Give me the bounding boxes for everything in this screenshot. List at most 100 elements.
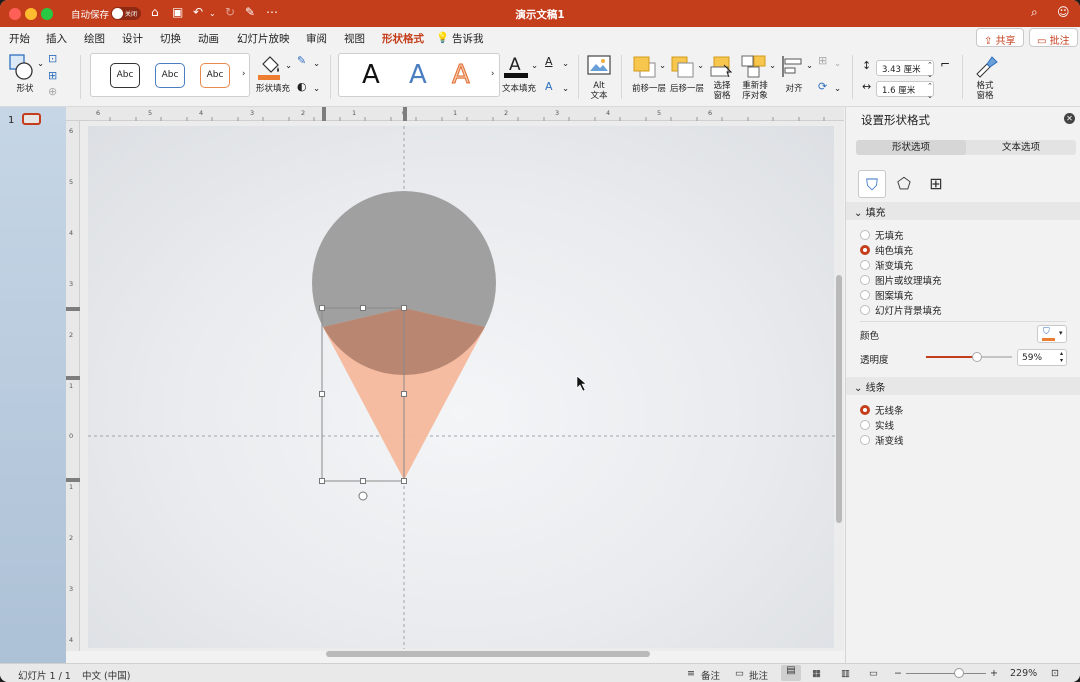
wordart-style-orange[interactable]: A [452,60,471,91]
text-fill-dropdown-icon[interactable]: ⌄ [531,61,538,71]
effects-dropdown-icon[interactable]: ⌄ [313,84,320,94]
comments-button[interactable]: ▭ 批注 [1029,28,1078,47]
reading-view-icon[interactable]: ▥ [841,668,850,679]
group-dropdown-icon[interactable]: ⌄ [834,59,841,69]
fill-section-header[interactable]: ⌄ 填充 [846,202,1080,220]
rotate-icon[interactable]: ⟳ [818,81,827,92]
tab-review[interactable]: 审阅 [306,31,327,46]
zoom-out-icon[interactable]: − [894,668,902,679]
shape-style-1[interactable]: Abc [110,63,140,88]
tab-design[interactable]: 设计 [122,31,143,46]
tab-insert[interactable]: 插入 [46,31,67,46]
people-icon[interactable]: ☺ [1057,5,1070,19]
language-indicator[interactable]: 中文 (中国) [82,668,130,682]
height-stepper[interactable]: ⌃ ⌄ [927,60,933,80]
align-dropdown-icon[interactable]: ⌄ [806,61,813,71]
tab-animations[interactable]: 动画 [198,31,219,46]
tab-slideshow[interactable]: 幻灯片放映 [237,31,290,46]
radio-no-line[interactable]: 无线条 [860,403,904,417]
width-stepper[interactable]: ⌃ ⌄ [927,81,933,101]
text-fill-label[interactable]: 文本填充 [501,84,537,94]
effects-pentagon-icon[interactable]: ⬠ [890,170,918,198]
radio-solid-fill[interactable]: 纯色填充 [860,243,913,257]
slide-sorter-icon[interactable]: ▦ [812,668,821,679]
notes-button[interactable]: 备注 [701,668,720,682]
wordart-more-icon[interactable]: › [491,69,494,79]
fill-color-picker[interactable]: ⛉ ▾ [1037,325,1067,343]
fill-line-icon[interactable]: ⛉ [858,170,886,198]
height-field[interactable]: 3.43 厘米 [876,60,934,76]
line-section-header[interactable]: ⌄ 线条 [846,377,1080,395]
format-pane-icon[interactable] [973,54,999,80]
tab-shape-options[interactable]: 形状选项 [856,140,966,155]
group-icon[interactable]: ⊞ [818,55,827,66]
slider-thumb[interactable] [971,352,982,362]
tab-draw[interactable]: 绘图 [84,31,105,46]
shapes-dropdown-icon[interactable]: ⌄ [37,59,44,69]
comments-status-button[interactable]: 批注 [749,668,768,682]
shape-outline-icon[interactable]: ✎ [297,55,306,66]
text-effects-icon[interactable]: A [545,81,553,92]
shape-fill-label[interactable]: 形状填充 [253,84,293,94]
zoom-slider[interactable] [906,668,986,678]
radio-no-fill[interactable]: 无填充 [860,228,904,242]
wordart-style-black[interactable]: A [362,60,380,90]
shape-style-2[interactable]: Abc [155,63,185,88]
send-backward-dropdown-icon[interactable]: ⌄ [697,61,704,71]
gallery-more-icon[interactable]: › [242,69,245,79]
tab-home[interactable]: 开始 [9,31,30,46]
tab-text-options[interactable]: 文本选项 [966,140,1076,155]
text-outline-icon[interactable]: A [545,56,553,67]
text-fill-icon[interactable]: A [503,55,529,79]
shape-style-3[interactable]: Abc [200,63,230,88]
shape-effects-icon[interactable]: ◐ [297,81,307,92]
rotate-dropdown-icon[interactable]: ⌄ [834,84,841,94]
align-label[interactable]: 对齐 [782,84,806,94]
width-field[interactable]: 1.6 厘米 [876,81,934,97]
text-box-icon[interactable]: ⊞ [48,70,57,81]
text-outline-dropdown-icon[interactable]: ⌄ [562,59,569,69]
selection-pane-icon[interactable] [710,55,734,79]
radio-solid-line[interactable]: 实线 [860,418,894,432]
horizontal-scrollbar[interactable] [326,651,650,657]
transparency-slider[interactable] [926,352,1012,362]
radio-background-fill[interactable]: 幻灯片背景填充 [860,303,942,317]
shapes-icon[interactable] [9,54,35,80]
radio-pattern-fill[interactable]: 图案填充 [860,288,913,302]
zoom-slider-thumb[interactable] [954,668,964,678]
transparency-stepper[interactable]: ▴ ▾ [1060,350,1063,364]
text-effects-dropdown-icon[interactable]: ⌄ [562,84,569,94]
send-backward-label[interactable]: 后移一层 [668,84,706,94]
bring-forward-label[interactable]: 前移一层 [630,84,668,94]
bring-forward-icon[interactable] [632,55,658,79]
reorder-dropdown-icon[interactable]: ⌄ [769,61,776,71]
edit-shape-icon[interactable]: ⊡ [48,53,57,64]
bring-forward-dropdown-icon[interactable]: ⌄ [659,61,666,71]
lock-aspect-icon[interactable]: ⌐ [940,58,950,70]
radio-gradient-fill[interactable]: 渐变填充 [860,258,913,272]
slide-thumbnail[interactable] [22,113,41,125]
close-pane-icon[interactable]: ✕ [1064,113,1075,124]
tab-shape-format[interactable]: 形状格式 [382,31,424,51]
rotate-handle[interactable] [358,491,368,501]
merge-shapes-icon[interactable]: ⊕ [48,86,57,97]
transparency-field[interactable]: 59% ▴ ▾ [1017,349,1067,366]
size-properties-icon[interactable]: ⊞ [922,170,950,198]
send-backward-icon[interactable] [670,55,696,79]
paint-bucket-icon[interactable] [257,54,283,80]
shape-fill-dropdown-icon[interactable]: ⌄ [285,61,292,71]
slideshow-icon[interactable]: ▭ [869,668,878,679]
tell-me[interactable]: 告诉我 [452,31,484,46]
normal-view-icon[interactable]: ▤ [781,665,801,681]
vertical-scrollbar[interactable] [836,275,842,523]
tab-view[interactable]: 视图 [344,31,365,46]
zoom-in-icon[interactable]: + [990,668,998,679]
wordart-style-blue[interactable]: A [409,60,427,90]
radio-picture-fill[interactable]: 图片或纹理填充 [860,273,942,287]
search-icon[interactable]: ⌕ [1031,5,1038,20]
align-icon[interactable] [780,55,804,79]
zoom-level[interactable]: 229% [1010,668,1037,679]
tab-transitions[interactable]: 切换 [160,31,181,46]
share-button[interactable]: ⇪ 共享 [976,28,1024,47]
fit-to-window-icon[interactable]: ⊡ [1051,668,1059,679]
